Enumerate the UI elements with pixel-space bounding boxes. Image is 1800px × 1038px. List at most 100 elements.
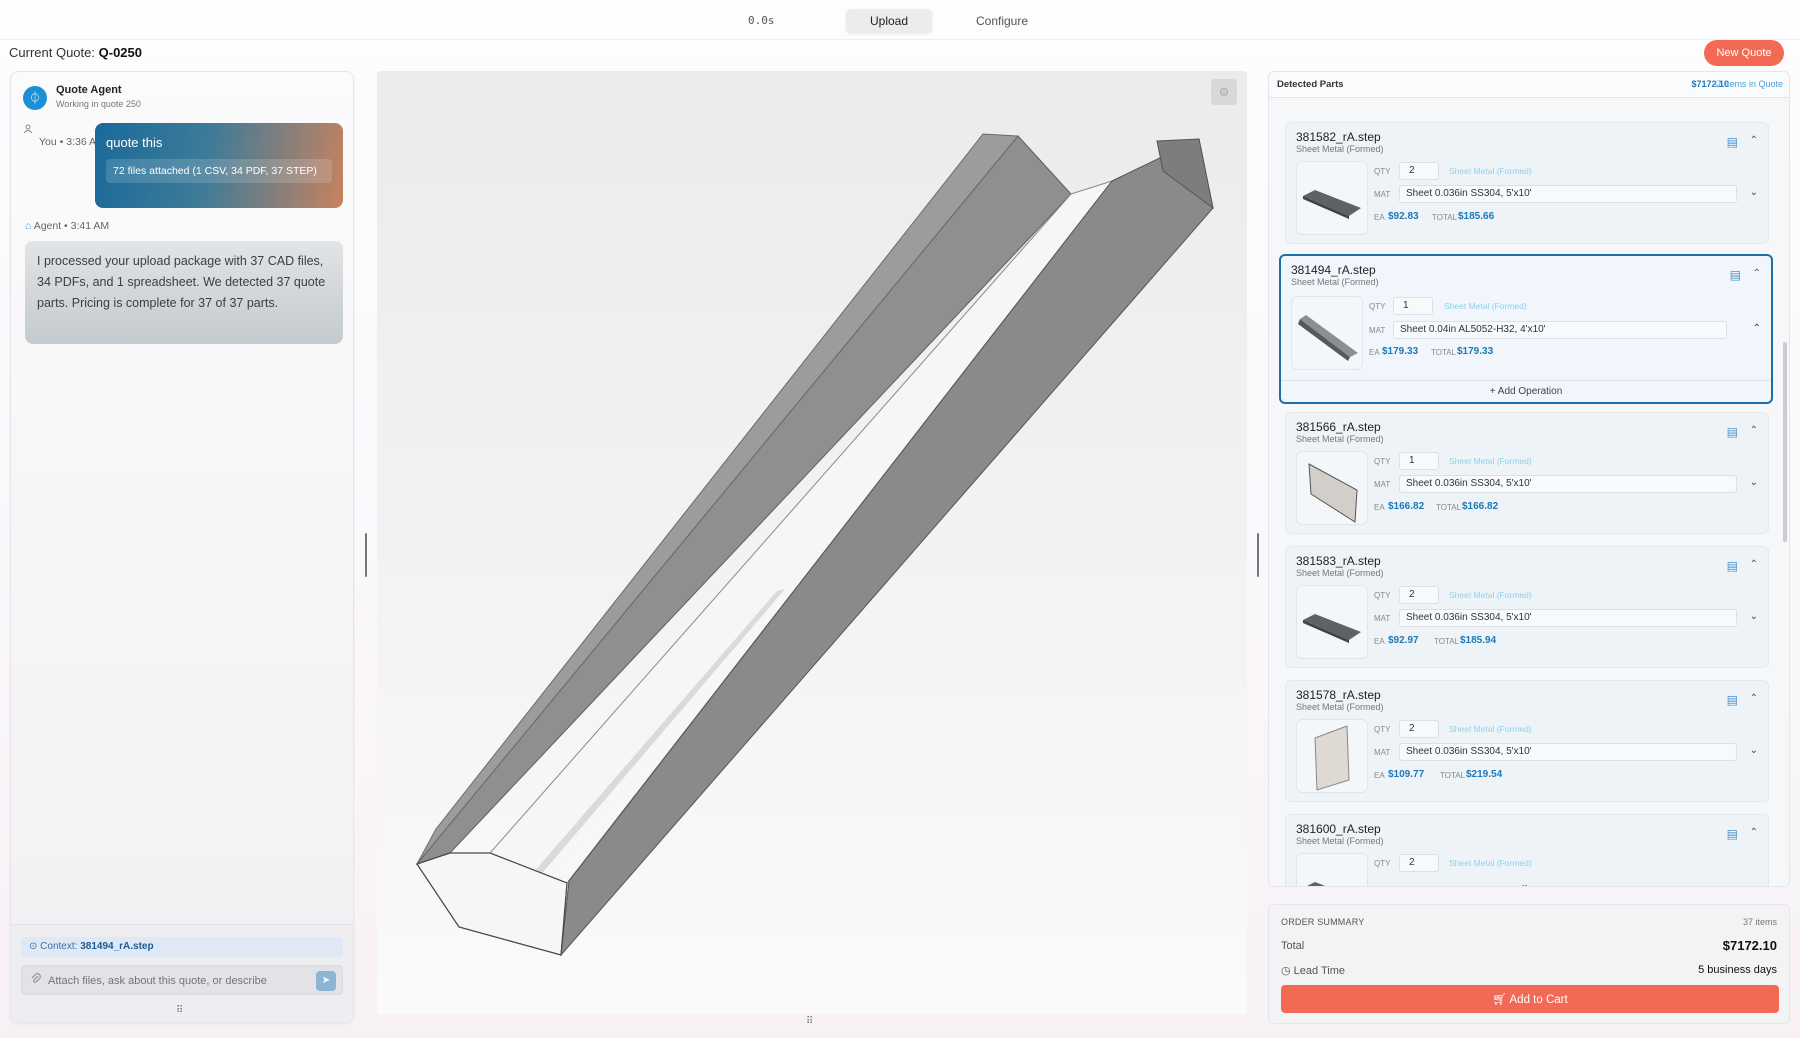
part-card[interactable]: 381582_rA.step Sheet Metal (Formed) ▤ ⌃ … <box>1285 122 1769 244</box>
chevron-up-icon[interactable]: ⌃ <box>1750 559 1758 570</box>
part-card[interactable]: 381566_rA.step Sheet Metal (Formed) ▤ ⌃ … <box>1285 412 1769 534</box>
left-resize-handle[interactable] <box>365 533 367 577</box>
total-label: TOTAL <box>1432 213 1458 222</box>
viewer-resize-grip[interactable]: ⠿ <box>806 1016 813 1027</box>
chevron-down-icon[interactable]: ⌄ <box>1750 477 1758 488</box>
process-label[interactable]: Sheet Metal (Formed) <box>1444 301 1527 311</box>
part-name: 381494_rA.step <box>1291 263 1376 277</box>
ea-label: EA <box>1374 637 1385 646</box>
paperclip-icon[interactable] <box>30 972 41 987</box>
part-name: 381600_rA.step <box>1296 822 1381 836</box>
total-label: TOTAL <box>1440 771 1466 780</box>
chat-footer: ⊙ Context: 381494_rA.step ➤ ⠿ <box>11 924 353 1022</box>
cad-viewer[interactable]: ⚙ <box>377 71 1247 1014</box>
qty-input[interactable]: 1 <box>1393 297 1433 315</box>
qty-input[interactable]: 2 <box>1399 720 1439 738</box>
ea-label: EA <box>1374 503 1385 512</box>
qty-input[interactable]: 1 <box>1399 452 1439 470</box>
document-icon[interactable]: ▤ <box>1727 693 1738 707</box>
lead-time-label: Lead Time <box>1293 965 1346 977</box>
user-message-text: quote this <box>106 135 163 150</box>
material-select[interactable]: Sheet 0.04in AL5052-H32, 4'x10' <box>1393 321 1727 339</box>
agent-icon: ⏀ <box>23 86 47 110</box>
part-name: 381583_rA.step <box>1296 554 1381 568</box>
material-select[interactable]: Sheet 0.036in SS304, 5'x10' <box>1399 475 1737 493</box>
process-label[interactable]: Sheet Metal (Formed) <box>1449 456 1532 466</box>
document-icon[interactable]: ▤ <box>1727 425 1738 439</box>
qty-label: QTY <box>1374 859 1391 868</box>
clock-icon: ◷ <box>1281 965 1291 977</box>
qty-input[interactable]: 2 <box>1399 586 1439 604</box>
add-operation-button[interactable]: + Add Operation <box>1281 380 1771 402</box>
chevron-up-icon[interactable]: ⌃ <box>1750 425 1758 436</box>
price-each: $92.83 <box>1388 211 1419 222</box>
process-label[interactable]: Sheet Metal (Formed) <box>1449 858 1532 868</box>
document-icon[interactable]: ▤ <box>1727 827 1738 841</box>
add-to-cart-button[interactable]: 🛒︎ Add to Cart <box>1281 985 1779 1013</box>
order-total-value: $7172.10 <box>1722 938 1777 953</box>
attachment-summary[interactable]: 72 files attached (1 CSV, 34 PDF, 37 STE… <box>106 159 332 183</box>
top-bar: 0.0s Upload Configure <box>0 0 1800 40</box>
price-total: $185.94 <box>1460 635 1497 646</box>
agent-subtitle: Working in quote 250 <box>56 99 141 109</box>
chevron-up-icon[interactable]: ⌃ <box>1750 135 1758 146</box>
chat-input-box: ➤ <box>21 965 343 995</box>
total-label: TOTAL <box>1436 503 1462 512</box>
document-icon[interactable]: ▤ <box>1727 135 1738 149</box>
process-label[interactable]: Sheet Metal (Formed) <box>1449 590 1532 600</box>
send-icon[interactable]: ➤ <box>316 971 336 991</box>
tab-configure[interactable]: Configure <box>956 9 1048 33</box>
chat-input[interactable] <box>48 972 298 990</box>
process-label[interactable]: Sheet Metal (Formed) <box>1449 724 1532 734</box>
cart-icon: 🛒︎ <box>1492 994 1507 1006</box>
part-card[interactable]: 381600_rA.step Sheet Metal (Formed) ▤ ⌃ … <box>1285 814 1769 886</box>
qty-label: QTY <box>1374 591 1391 600</box>
chat-resize-grip[interactable]: ⠿ <box>176 1005 183 1016</box>
part-card[interactable]: 381578_rA.step Sheet Metal (Formed) ▤ ⌃ … <box>1285 680 1769 802</box>
material-select[interactable]: Sheet 0.036in SS304, 5'x10' <box>1399 743 1737 761</box>
user-icon <box>23 124 33 137</box>
cad-model-render <box>415 133 1214 957</box>
right-resize-handle[interactable] <box>1257 533 1259 577</box>
chevron-up-icon[interactable]: ⌃ <box>1753 323 1761 334</box>
parts-scrollbar[interactable] <box>1783 342 1787 542</box>
current-quote-label: Current Quote: Q-0250 <box>9 45 142 60</box>
tab-upload[interactable]: Upload <box>846 9 932 33</box>
new-quote-button[interactable]: New Quote <box>1704 40 1784 66</box>
order-summary: ORDER SUMMARY 37 items Total $7172.10 ◷ … <box>1268 904 1790 1024</box>
price-each: $109.77 <box>1388 769 1425 780</box>
material-select[interactable]: Sheet 0.036in SS304, 5'x10' <box>1399 185 1737 203</box>
lead-time-label-wrap: ◷ Lead Time <box>1281 964 1345 977</box>
context-pill[interactable]: ⊙ Context: 381494_rA.step <box>21 937 343 957</box>
document-icon[interactable]: ▤ <box>1730 268 1741 282</box>
agent-message-meta: ⌂ Agent • 3:41 AM <box>25 220 109 232</box>
current-quote-id: Q-0250 <box>98 45 142 60</box>
current-quote-prefix: Current Quote: <box>9 45 95 60</box>
process-label[interactable]: Sheet Metal (Formed) <box>1449 166 1532 176</box>
parts-header: Detected Parts $7172.10 37 Items in Quot… <box>1269 72 1789 98</box>
chevron-up-icon[interactable]: ⌃ <box>1753 268 1761 279</box>
document-icon[interactable]: ▤ <box>1727 559 1738 573</box>
render-timer: 0.0s <box>748 14 775 27</box>
ea-label: EA <box>1374 771 1385 780</box>
part-card[interactable]: 381583_rA.step Sheet Metal (Formed) ▤ ⌃ … <box>1285 546 1769 668</box>
part-name: 381566_rA.step <box>1296 420 1381 434</box>
qty-label: QTY <box>1369 302 1386 311</box>
viewer-settings-icon[interactable]: ⚙ <box>1211 79 1237 105</box>
part-type: Sheet Metal (Formed) <box>1296 836 1384 846</box>
parts-resize-grip[interactable]: ⠿ <box>1521 885 1528 886</box>
chevron-down-icon[interactable]: ⌄ <box>1750 611 1758 622</box>
qty-input[interactable]: 2 <box>1399 854 1439 872</box>
price-total: $185.66 <box>1458 211 1495 222</box>
chevron-down-icon[interactable]: ⌄ <box>1750 187 1758 198</box>
chevron-up-icon[interactable]: ⌃ <box>1750 827 1758 838</box>
lead-time-value: 5 business days <box>1698 964 1777 976</box>
part-thumbnail <box>1296 585 1368 659</box>
chevron-down-icon[interactable]: ⌄ <box>1750 745 1758 756</box>
part-card-selected[interactable]: 381494_rA.step Sheet Metal (Formed) ▤ ⌃ … <box>1279 254 1773 404</box>
price-each: $92.97 <box>1388 635 1419 646</box>
agent-message-bubble: I processed your upload package with 37 … <box>25 241 343 344</box>
material-select[interactable]: Sheet 0.036in SS304, 5'x10' <box>1399 609 1737 627</box>
qty-input[interactable]: 2 <box>1399 162 1439 180</box>
chevron-up-icon[interactable]: ⌃ <box>1750 693 1758 704</box>
